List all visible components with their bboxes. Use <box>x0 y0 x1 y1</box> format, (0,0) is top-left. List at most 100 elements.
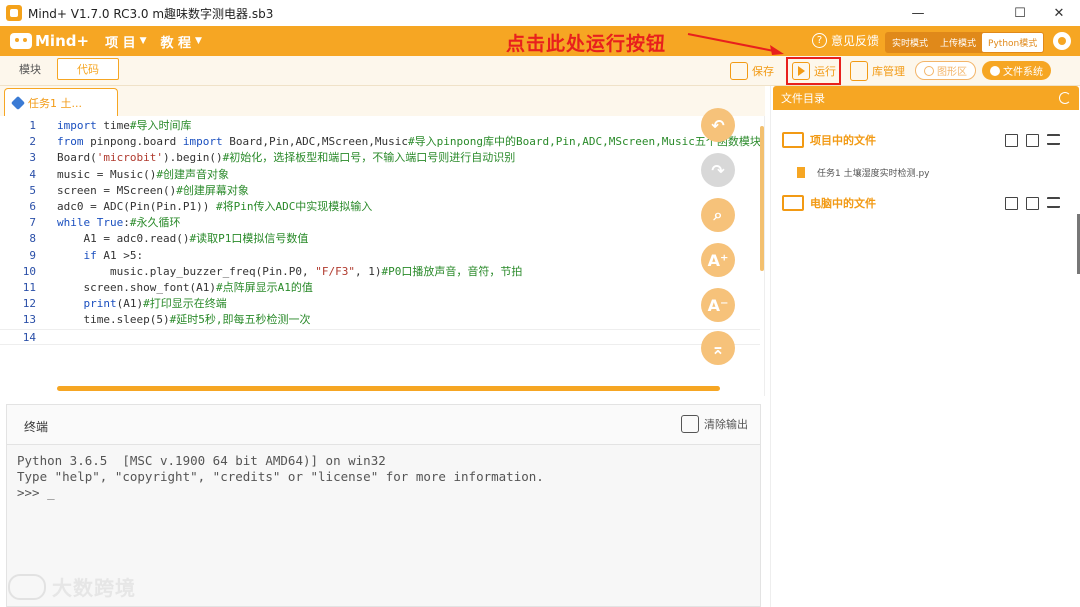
menu-icon[interactable] <box>1047 133 1060 145</box>
file-system-label: 文件系统 <box>1003 67 1043 78</box>
code-line[interactable]: 3 Board('microbit').begin()#初始化，选择板型和端口号，… <box>0 150 760 166</box>
run-label: 运行 <box>814 65 836 78</box>
new-file-icon[interactable] <box>1005 133 1018 147</box>
window-title: Mind+ V1.7.0 RC3.0 m趣味数字测电器.sb3 <box>28 6 274 21</box>
tab-blocks[interactable]: 模块 <box>6 58 54 80</box>
code-text: screen.show_font(A1)#点阵屏显示A1的值 <box>57 281 313 294</box>
gear-icon[interactable] <box>1053 32 1071 50</box>
check-icon <box>990 65 1000 76</box>
code-line[interactable]: 14 <box>0 328 760 345</box>
code-editor[interactable]: 1 import time#导入时间库 2 from pinpong.board im… <box>0 108 765 396</box>
line-number: 1 <box>29 119 36 132</box>
feedback-link[interactable]: ? 意见反馈 <box>812 32 879 49</box>
code-line[interactable]: 6 adc0 = ADC(Pin(Pin.P1)) #将Pin传入ADC中实现模拟… <box>0 199 760 215</box>
editor-horizontal-scrollbar[interactable] <box>57 386 720 391</box>
code-text: adc0 = ADC(Pin(Pin.P1)) #将Pin传入ADC中实现模拟输… <box>57 200 373 213</box>
redo-icon: ↷ <box>711 160 725 180</box>
line-number: 2 <box>29 135 36 149</box>
run-button[interactable]: 运行 <box>786 57 841 85</box>
undo-button[interactable]: ↶ <box>701 108 735 142</box>
editor-tab-bar: 任务1 土... <box>0 86 765 116</box>
menu-bar: Mind+ 项 目 ▼ 教 程 ▼ 点击此处运行按钮 ? 意见反馈 实时模式 上… <box>0 26 1080 56</box>
project-files-tools <box>1005 133 1060 147</box>
monitor-icon <box>782 195 804 211</box>
menu-project[interactable]: 项 目 ▼ <box>105 32 146 51</box>
search-button[interactable]: ⌕ <box>701 198 735 232</box>
file-tab-label: 任务1 土... <box>28 96 82 110</box>
app-window: Mind+ V1.7.0 RC3.0 m趣味数字测电器.sb3 — ☐ ✕ Mi… <box>0 0 1080 607</box>
code-text: import time#导入时间库 <box>57 119 192 132</box>
mode-realtime[interactable]: 实时模式 <box>886 33 934 52</box>
code-line[interactable]: 7 while True:#永久循环 <box>0 215 760 231</box>
code-line[interactable]: 11 screen.show_font(A1)#点阵屏显示A1的值 <box>0 280 760 296</box>
project-file-item[interactable]: 任务1 土壤湿度实时检测.py <box>797 166 930 179</box>
minimize-button[interactable]: — <box>895 0 941 26</box>
python-file-icon <box>10 95 26 110</box>
tab-code[interactable]: 代码 <box>57 58 119 80</box>
code-line[interactable]: 8 A1 = adc0.read()#读取P1口模拟信号数值 <box>0 231 760 247</box>
code-text: music = Music()#创建声音对象 <box>57 167 229 181</box>
search-icon: ⌕ <box>713 205 723 224</box>
save-label: 保存 <box>752 65 774 78</box>
computer-files-section[interactable]: 电脑中的文件 <box>782 191 1072 215</box>
file-panel-header: 文件目录 <box>773 86 1079 110</box>
annotation-text: 点击此处运行按钮 <box>506 33 667 55</box>
project-file-name: 任务1 土壤湿度实时检测.py <box>817 169 930 179</box>
file-panel-title: 文件目录 <box>781 92 825 105</box>
new-folder-icon[interactable] <box>1026 133 1039 147</box>
title-bar: Mind+ V1.7.0 RC3.0 m趣味数字测电器.sb3 — ☐ ✕ <box>0 0 1080 26</box>
menu-icon[interactable] <box>1047 196 1060 208</box>
watermark: 大数跨境 <box>8 572 136 601</box>
editor-vertical-scrollbar[interactable] <box>760 126 764 271</box>
redo-button[interactable]: ↷ <box>701 153 735 187</box>
mode-python[interactable]: Python模式 <box>982 33 1044 52</box>
zoom-in-button[interactable]: A⁺ <box>701 243 735 277</box>
robot-icon <box>10 33 32 49</box>
terminal-header: 终端 清除输出 <box>7 405 760 445</box>
code-line[interactable]: 9 if A1 >5: <box>0 248 760 264</box>
save-button[interactable]: 保存 <box>730 60 774 82</box>
menu-tutorial[interactable]: 教 程 ▼ <box>161 32 202 51</box>
line-number: 5 <box>29 183 36 197</box>
editor-file-tab[interactable]: 任务1 土... <box>4 88 118 116</box>
chevron-down-icon: ▼ <box>139 36 147 46</box>
app-icon <box>6 5 22 21</box>
line-number: 12 <box>22 297 36 311</box>
folder-list-icon <box>782 132 804 148</box>
zoom-out-icon: A⁻ <box>707 295 729 315</box>
mindplus-logo: Mind+ <box>10 32 89 50</box>
file-icon <box>797 167 805 178</box>
code-line[interactable]: 5 screen = MScreen()#创建屏幕对象 <box>0 183 760 199</box>
file-system-button[interactable]: 文件系统 <box>982 61 1051 80</box>
code-line[interactable]: 1 import time#导入时间库 <box>0 118 760 134</box>
code-line[interactable]: 13 time.sleep(5)#延时5秒,即每五秒检测一次 <box>0 312 760 328</box>
close-button[interactable]: ✕ <box>1036 0 1080 26</box>
line-number: 8 <box>29 232 36 246</box>
line-number: 6 <box>29 200 36 213</box>
terminal-output[interactable]: Python 3.6.5 [MSC v.1900 64 bit AMD64)] … <box>17 453 544 501</box>
mode-upload[interactable]: 上传模式 <box>934 33 982 52</box>
line-number: 7 <box>29 216 36 230</box>
scroll-top-button[interactable]: ⌅ <box>701 331 735 365</box>
menu-project-label: 项 目 <box>105 35 136 51</box>
chevron-down-icon: ▼ <box>195 36 202 46</box>
mode-switch: 实时模式 上传模式 Python模式 <box>885 32 1045 53</box>
code-line[interactable]: 2 from pinpong.board import Board,Pin,ADC… <box>0 134 760 150</box>
computer-files-tools <box>1005 196 1060 210</box>
code-line[interactable]: 10 music.play_buzzer_freq(Pin.P0, "F/F3"… <box>0 264 760 280</box>
scroll-top-icon: ⌅ <box>711 338 725 358</box>
code-line[interactable]: 4 music = Music()#创建声音对象 <box>0 167 760 183</box>
clear-output-label: 清除输出 <box>704 418 748 431</box>
library-manager-button[interactable]: 库管理 <box>850 60 905 82</box>
zoom-in-icon: A⁺ <box>707 250 729 270</box>
code-text: if A1 >5: <box>83 248 144 262</box>
new-file-icon[interactable] <box>1005 196 1018 210</box>
question-icon: ? <box>812 33 827 48</box>
code-line[interactable]: 12 print(A1)#打印显示在终端 <box>0 296 760 312</box>
clear-output-button[interactable]: 清除输出 <box>681 415 748 433</box>
project-files-section[interactable]: 项目中的文件 <box>782 128 1072 152</box>
new-folder-icon[interactable] <box>1026 196 1039 210</box>
graph-area-button[interactable]: 图形区 <box>915 61 976 80</box>
refresh-icon[interactable] <box>1059 92 1071 104</box>
zoom-out-button[interactable]: A⁻ <box>701 288 735 322</box>
